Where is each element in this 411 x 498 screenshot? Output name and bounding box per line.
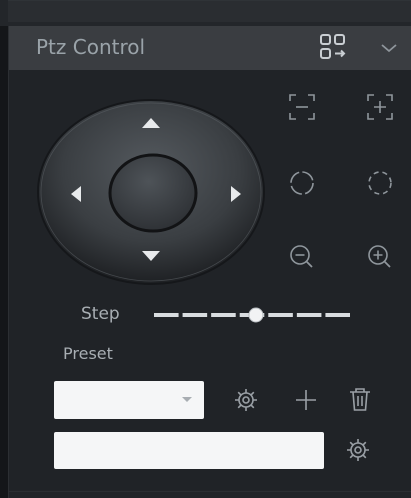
add-preset-icon[interactable] bbox=[291, 385, 321, 415]
step-slider-thumb[interactable] bbox=[248, 307, 264, 323]
panel-header: Ptz Control bbox=[9, 26, 411, 70]
zoom-frame-out-icon[interactable] bbox=[285, 90, 319, 124]
delete-preset-icon[interactable] bbox=[345, 384, 375, 414]
step-segment[interactable] bbox=[154, 313, 179, 317]
chevron-down-icon[interactable] bbox=[378, 39, 400, 57]
preset-select[interactable] bbox=[54, 381, 204, 419]
step-segment[interactable] bbox=[325, 313, 350, 317]
preset-label: Preset bbox=[63, 344, 113, 363]
step-label: Step bbox=[81, 304, 120, 324]
panel-title: Ptz Control bbox=[36, 35, 146, 59]
zoom-out-icon[interactable] bbox=[285, 240, 319, 274]
step-segment[interactable] bbox=[268, 313, 293, 317]
ptz-control-panel: Ptz Control Step Preset bbox=[8, 26, 411, 498]
zoom-in-icon[interactable] bbox=[363, 240, 397, 274]
layout-switch-icon[interactable] bbox=[318, 32, 348, 62]
top-strip-bar bbox=[8, 0, 411, 22]
step-segment[interactable] bbox=[182, 313, 208, 317]
top-strip bbox=[0, 0, 411, 26]
step-segment[interactable] bbox=[296, 313, 322, 317]
step-segment[interactable] bbox=[211, 313, 236, 317]
step-slider[interactable] bbox=[152, 303, 352, 327]
preset-settings-icon[interactable] bbox=[231, 385, 261, 415]
preset-name-input[interactable] bbox=[54, 432, 324, 469]
dropdown-arrow-icon bbox=[182, 397, 192, 402]
panel-bottom-divider bbox=[9, 491, 411, 492]
center-stick[interactable] bbox=[108, 153, 198, 233]
focus-near-icon[interactable] bbox=[285, 166, 319, 200]
preset-input-settings-icon[interactable] bbox=[343, 435, 373, 465]
zoom-frame-in-icon[interactable] bbox=[363, 90, 397, 124]
focus-far-icon[interactable] bbox=[363, 166, 397, 200]
ptz-joystick bbox=[37, 99, 265, 285]
